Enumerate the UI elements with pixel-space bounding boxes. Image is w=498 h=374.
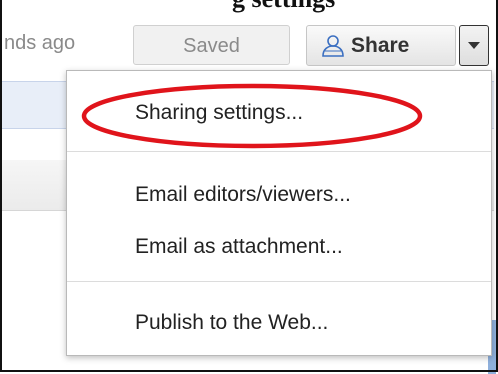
screenshot-frame (0, 0, 498, 372)
screenshot-stage: g settings nds ago Saved Share Sharing s… (0, 0, 498, 374)
